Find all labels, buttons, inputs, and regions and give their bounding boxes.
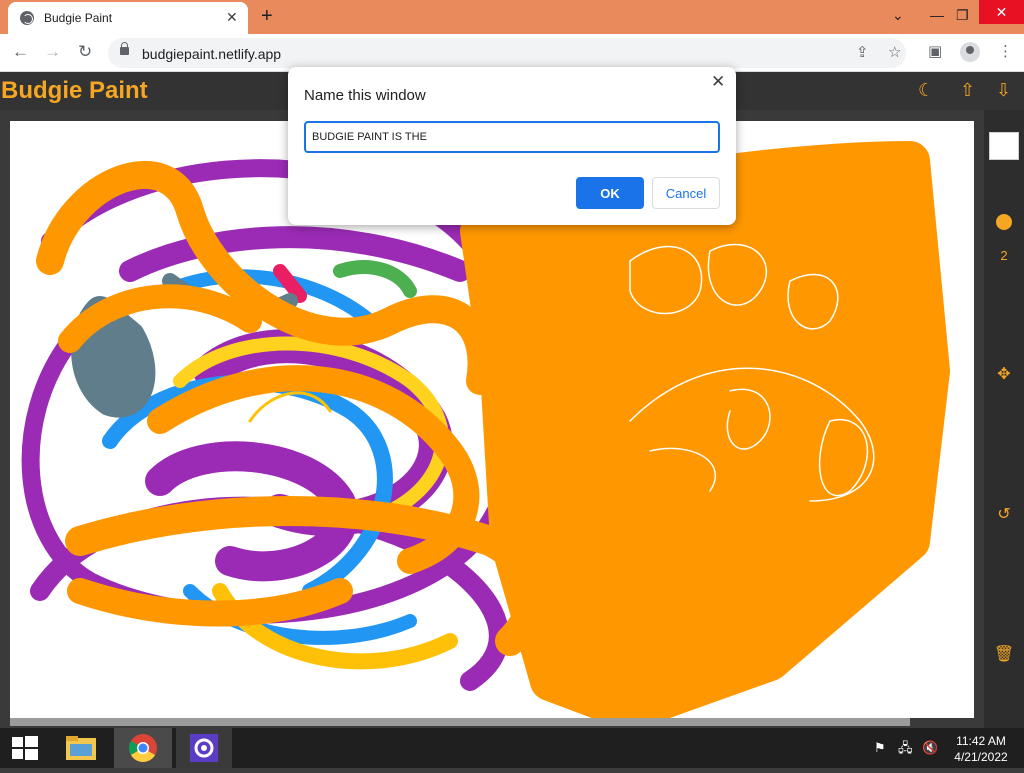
trash-icon[interactable]: 🗑 [984,646,1024,664]
action-center-flag-icon[interactable]: ⚑ [874,740,886,756]
menu-kebab-icon[interactable]: ⋮ [998,43,1013,61]
globe-icon [20,11,34,25]
brush-size-indicator[interactable] [996,214,1012,230]
back-icon[interactable]: ← [12,42,29,62]
app-title: Budgie Paint [1,77,148,104]
taskbar: ⚑ 🖧 🔇 11:42 AM 4/21/2022 [0,728,1024,768]
address-bar[interactable]: budgiepaint.netlify.app ⇪ ☆ [108,38,906,68]
new-tab-button[interactable]: + [261,5,273,27]
close-icon[interactable]: ✕ [711,73,725,91]
color-swatch[interactable] [989,132,1019,160]
lock-icon [120,42,129,55]
reload-icon[interactable]: ↻ [78,42,92,62]
tab-search-icon[interactable]: ⌄ [892,5,904,25]
ok-button[interactable]: OK [576,177,644,209]
file-explorer-button[interactable] [56,728,112,768]
forward-icon[interactable]: → [44,42,61,62]
url-text: budgiepaint.netlify.app [142,46,282,62]
volume-muted-icon[interactable]: 🔇 [922,740,938,756]
dialog-title: Name this window [304,87,426,104]
brush-size-value: 2 [1000,248,1008,263]
horizontal-scrollbar[interactable] [10,718,910,726]
move-icon[interactable]: ✥ [984,366,1024,384]
chrome-icon [129,734,157,762]
minimize-button[interactable]: — [930,5,944,25]
moon-icon[interactable]: ☾ [918,80,934,100]
system-clock[interactable]: 11:42 AM 4/21/2022 [946,733,1016,765]
download-icon[interactable]: ⇩ [996,80,1011,100]
browser-tab-strip: Budgie Paint ✕ + ⌄ — ❐ ✕ [0,0,1024,34]
share-icon[interactable]: ⇪ [856,44,869,62]
window-close-button[interactable]: ✕ [979,0,1024,24]
clock-date: 4/21/2022 [954,750,1008,764]
windows-icon [12,736,38,760]
start-button[interactable] [0,728,56,768]
upload-icon[interactable]: ⇧ [960,80,975,100]
tab-close-icon[interactable]: ✕ [226,9,238,25]
clock-time: 11:42 AM [956,734,1006,748]
undo-icon[interactable]: ↺ [984,506,1024,524]
window-name-input[interactable] [304,121,720,153]
browser-tab[interactable]: Budgie Paint ✕ [8,2,248,34]
network-icon[interactable]: 🖧 [898,740,913,756]
gear-icon [190,734,218,762]
prompt-dialog: Name this window ✕ OK Cancel [288,67,736,225]
chrome-taskbar-button[interactable] [114,728,172,768]
side-panel-icon[interactable]: ▣ [928,43,942,61]
tab-title: Budgie Paint [44,11,113,25]
tool-sidebar: 2 ✥ ↺ 🗑 [984,110,1024,728]
folder-icon [66,736,96,760]
profile-avatar[interactable] [960,42,980,62]
cancel-button[interactable]: Cancel [652,177,720,209]
bookmark-star-icon[interactable]: ☆ [888,44,901,62]
settings-taskbar-button[interactable] [176,728,232,768]
restore-button[interactable]: ❐ [956,5,969,25]
